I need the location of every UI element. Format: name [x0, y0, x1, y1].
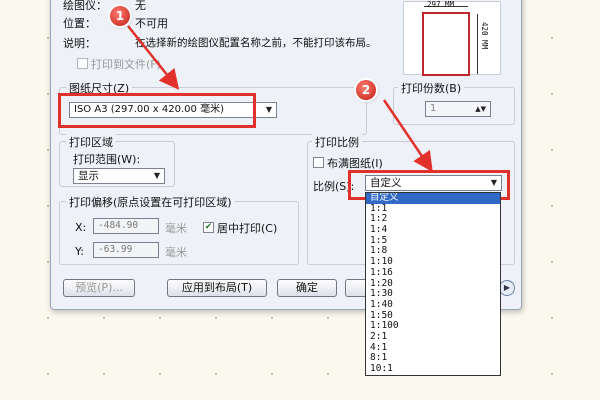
plotter-value: 无 — [135, 0, 146, 12]
width-dimension: 297 MM — [427, 0, 455, 9]
preview-button[interactable]: 预览(P)... — [63, 279, 135, 297]
scale-dropdown-list[interactable]: 自定义 1:1 1:2 1:4 1:5 1:8 1:10 1:16 1:20 1:30 1:40 1:… — [365, 192, 501, 376]
fit-to-paper-label: 布满图纸(I) — [327, 157, 383, 170]
copies-legend: 打印份数(B) — [398, 80, 465, 96]
center-print-label: 居中打印(C) — [217, 222, 278, 235]
print-range-value: 显示 — [78, 170, 99, 182]
paper-sheet — [422, 12, 470, 76]
ok-button[interactable]: 确定 — [277, 279, 337, 297]
offset-y-input[interactable]: -63.99 — [93, 242, 159, 258]
center-print-checkbox[interactable]: ✔ — [203, 222, 214, 233]
copies-value: 1 — [430, 103, 437, 114]
description-value: 在选择新的绘图仪配置名称之前，不能打印该布局。 — [135, 37, 377, 49]
scale-option[interactable]: 100:1 — [366, 374, 500, 375]
paper-preview: 297 MM 420 MM — [403, 0, 501, 76]
height-dim-line — [477, 14, 478, 74]
print-scale-legend: 打印比例 — [312, 134, 362, 150]
print-range-label: 打印范围(W): — [73, 153, 141, 166]
print-range-select[interactable]: 显示 ▼ — [73, 168, 165, 184]
spinner-arrows-icon: ▲▼ — [475, 105, 486, 113]
location-label: 位置： — [63, 17, 96, 30]
step-2-badge: 2 — [356, 80, 376, 100]
print-area-legend: 打印区域 — [66, 134, 116, 150]
offset-y-label: Y: — [75, 245, 84, 258]
fit-to-paper-checkbox[interactable] — [313, 157, 324, 168]
step-1-badge: 1 — [110, 6, 130, 26]
copies-spinner[interactable]: 1 ▲▼ — [425, 101, 491, 117]
offset-y-unit: 毫米 — [165, 246, 187, 259]
scale-option[interactable]: 1:16 — [366, 267, 500, 279]
print-to-file-checkbox[interactable] — [77, 58, 88, 69]
print-offset-legend: 打印偏移(原点设置在可打印区域) — [66, 194, 235, 210]
location-value: 不可用 — [135, 17, 168, 30]
offset-x-value: -484.90 — [98, 220, 139, 231]
offset-x-unit: 毫米 — [165, 222, 187, 235]
description-label: 说明： — [63, 37, 96, 50]
offset-x-input[interactable]: -484.90 — [93, 218, 159, 234]
apply-to-layout-button[interactable]: 应用到布局(T) — [167, 279, 267, 297]
scale-option[interactable]: 1:40 — [366, 299, 500, 311]
plotter-label: 绘图仪： — [63, 0, 107, 12]
offset-y-value: -63.99 — [98, 244, 133, 255]
print-to-file-label: 打印到文件(F) — [91, 58, 161, 71]
paper-size-highlight — [58, 93, 256, 128]
chevron-down-icon: ▼ — [265, 105, 272, 114]
expand-arrow-icon[interactable]: ▶ — [499, 280, 515, 296]
chevron-down-icon: ▼ — [153, 171, 160, 180]
height-dimension: 420 MM — [480, 22, 489, 50]
offset-x-label: X: — [75, 221, 87, 234]
